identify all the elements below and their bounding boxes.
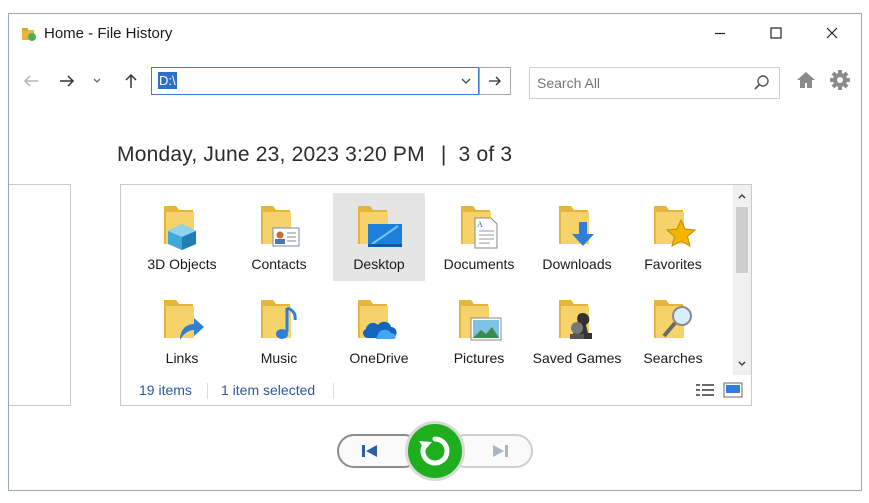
item-label: Searches [643,350,703,366]
snapshot-heading: Monday, June 23, 2023 3:20 PM | 3 of 3 [117,143,512,167]
list-item[interactable]: Favorites [627,193,719,281]
snapshot-position: 3 of 3 [458,143,513,166]
restore-icon [419,436,450,466]
item-label: 3D Objects [147,256,217,272]
snapshot-separator: | [440,143,447,166]
links-folder-icon [164,300,204,340]
saved-games-folder-icon [559,300,592,339]
list-item[interactable]: 3D Objects [136,193,228,281]
previous-snapshot-pane[interactable] [9,184,71,406]
searches-folder-icon [654,300,692,338]
forward-arrow-icon [60,75,75,87]
close-button[interactable] [809,14,855,52]
item-label: Desktop [353,256,405,272]
file-view-pane: 3D Objects Contacts Desktop A Documents … [120,184,752,406]
list-item[interactable]: OneDrive [333,287,425,375]
file-history-icon [22,28,36,41]
file-history-window: Home - File History D:\ Search All Monda… [8,13,862,491]
title-bar: Home - File History [9,14,861,52]
list-item[interactable]: A Documents [433,193,525,281]
item-label: Music [260,350,298,366]
list-item[interactable]: Searches [627,287,719,375]
favorites-folder-icon [654,206,696,248]
minimize-icon [715,32,725,35]
item-label: Favorites [644,256,702,272]
playback-controls [337,421,537,481]
chevron-up-icon [738,194,746,199]
item-label: Downloads [542,256,612,272]
address-bar[interactable]: D:\ [151,67,479,95]
list-item[interactable]: Downloads [531,193,623,281]
maximize-button[interactable] [753,14,799,52]
search-placeholder: Search All [537,75,601,91]
next-version-icon [493,445,508,457]
chevron-down-icon [93,78,101,83]
address-dropdown-button[interactable] [458,71,474,91]
desktop-folder-icon [358,206,402,247]
item-label: Saved Games [532,350,622,366]
up-button[interactable] [119,64,143,98]
item-label: OneDrive [349,350,409,366]
vertical-scrollbar[interactable] [733,185,751,375]
search-icon[interactable] [753,74,771,92]
recent-locations-button[interactable] [89,64,105,98]
close-icon [826,27,838,39]
go-arrow-icon [489,76,501,86]
scroll-down-button[interactable] [733,355,751,373]
home-icon[interactable] [795,70,817,90]
list-item[interactable]: Pictures [433,287,525,375]
go-button[interactable] [479,67,511,95]
gear-icon[interactable] [829,69,851,91]
scroll-thumb[interactable] [736,207,748,273]
onedrive-folder-icon [358,300,397,339]
item-count: 19 items [139,382,192,398]
status-divider [333,383,334,399]
item-label: Contacts [251,256,307,272]
item-label: Pictures [453,350,505,366]
status-divider [207,383,208,399]
minimize-button[interactable] [697,14,743,52]
large-icons-view-icon[interactable] [723,382,743,398]
maximize-icon [770,27,782,39]
snapshot-datetime: Monday, June 23, 2023 3:20 PM [117,143,425,166]
item-label: Links [165,350,199,366]
selection-count: 1 item selected [221,382,316,398]
list-item[interactable]: Links [136,287,228,375]
documents-folder-icon: A [461,206,498,249]
list-item[interactable]: Music [233,287,325,375]
search-box[interactable]: Search All [529,67,780,99]
back-button[interactable] [19,64,43,98]
item-label: Documents [443,256,515,272]
up-arrow-icon [125,73,137,88]
items-grid: 3D Objects Contacts Desktop A Documents … [131,193,731,375]
restore-button[interactable] [405,421,465,481]
address-value[interactable]: D:\ [158,72,177,89]
previous-version-icon [362,445,377,457]
list-item[interactable]: Saved Games [531,287,623,375]
contacts-folder-icon [261,206,300,247]
svg-text:A: A [477,220,483,229]
chevron-down-icon [461,78,471,84]
chevron-down-icon [738,361,746,366]
downloads-folder-icon [559,206,594,246]
back-arrow-icon [23,75,38,87]
forward-button[interactable] [55,64,79,98]
navigation-bar: D:\ Search All [9,64,861,100]
list-item[interactable]: Desktop [333,193,425,281]
pictures-folder-icon [459,300,502,341]
details-view-icon[interactable] [695,382,715,398]
status-bar: 19 items 1 item selected [121,375,751,405]
window-title: Home - File History [44,25,173,42]
music-folder-icon [261,300,297,339]
3d-objects-folder-icon [164,206,196,250]
scroll-up-button[interactable] [733,187,751,205]
list-item[interactable]: Contacts [233,193,325,281]
